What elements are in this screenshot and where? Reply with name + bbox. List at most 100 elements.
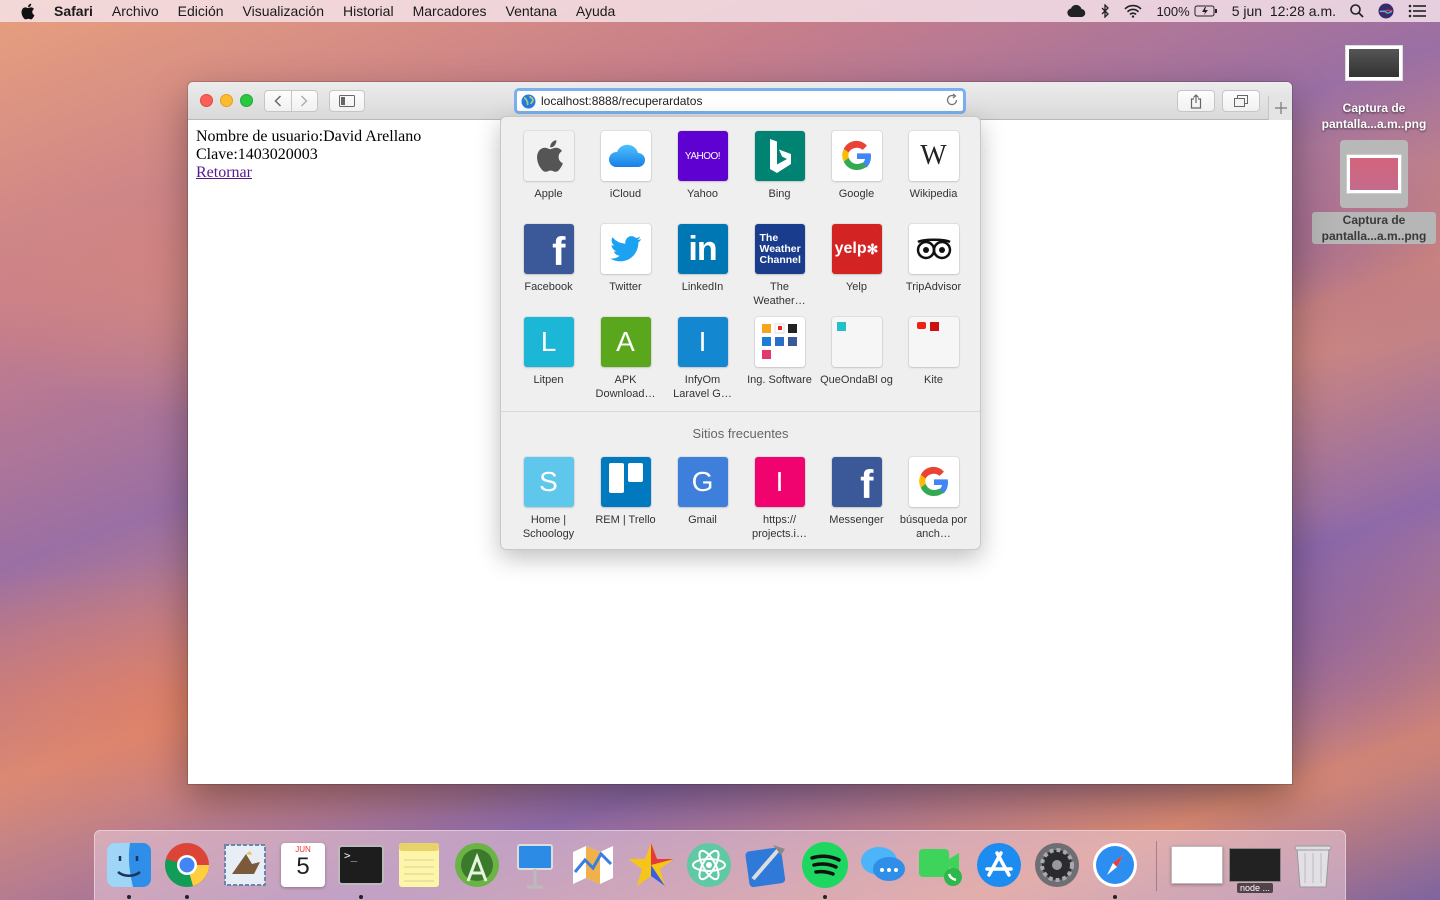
dock-app-store[interactable] (973, 839, 1025, 891)
battery-icon[interactable] (1194, 5, 1218, 17)
zoom-window-button[interactable] (240, 94, 253, 107)
dock-trash[interactable] (1287, 839, 1339, 891)
yelp-icon: yelp ✻ (831, 224, 882, 274)
dock-chrome[interactable] (161, 839, 213, 899)
bluetooth-icon[interactable] (1100, 4, 1110, 18)
dock-finder[interactable] (103, 839, 155, 899)
minimize-window-button[interactable] (220, 94, 233, 107)
messenger-letter: f (860, 463, 874, 507)
favorite-apple[interactable]: Apple (510, 131, 587, 224)
dock-spotify[interactable] (799, 839, 851, 899)
menu-marcadores[interactable]: Marcadores (413, 3, 487, 19)
menu-archivo[interactable]: Archivo (112, 3, 159, 19)
favorite-infyom[interactable]: I InfyOm Laravel G… (664, 317, 741, 410)
favorite-kite[interactable]: Kite (895, 317, 972, 410)
dock-star-app[interactable] (625, 839, 677, 891)
favorite-litpen[interactable]: L Litpen (510, 317, 587, 410)
schoology-letter: S (539, 466, 558, 497)
back-button[interactable] (265, 91, 291, 111)
frequent-site-schoology[interactable]: S Home | Schoology (510, 457, 587, 550)
favorite-icloud[interactable]: iCloud (587, 131, 664, 224)
frequent-site-trello[interactable]: REM | Trello (587, 457, 664, 550)
reload-icon[interactable] (945, 93, 959, 107)
dock-safari[interactable] (1089, 839, 1141, 899)
favorite-yelp[interactable]: yelp ✻ Yelp (818, 224, 895, 317)
messages-bubble-icon (861, 847, 905, 881)
favorite-label: Google (838, 188, 875, 200)
dock-notes[interactable] (393, 839, 445, 891)
running-indicator (127, 895, 131, 899)
frequent-site-messenger[interactable]: f Messenger (818, 457, 895, 550)
creative-cloud-icon[interactable] (1066, 4, 1086, 18)
favorite-facebook[interactable]: f Facebook (510, 224, 587, 317)
safari-toolbar: localhost:8888/recuperardatos (188, 82, 1292, 120)
menu-datetime[interactable]: 5 jun 12:28 a.m. (1232, 3, 1336, 19)
frequent-sites-title: Sitios frecuentes (692, 426, 789, 441)
apk-letter: A (616, 326, 635, 357)
favorite-tripadvisor[interactable]: TripAdvisor (895, 224, 972, 317)
notification-center-icon[interactable] (1408, 4, 1426, 18)
frequent-site-google-search[interactable]: búsqueda por anch… (895, 457, 972, 550)
dock-mail-app[interactable] (219, 839, 271, 891)
frequent-site-label: https:// projects.i… (751, 514, 808, 540)
favorite-weather-channel[interactable]: The Weather Channel The Weather… (741, 224, 818, 317)
return-link[interactable]: Retornar (196, 164, 252, 181)
dock-messages[interactable] (857, 839, 909, 891)
menu-ventana[interactable]: Ventana (506, 3, 557, 19)
favorite-ing-software[interactable]: Ing. Software (741, 317, 818, 410)
app-store-icon (977, 843, 1021, 887)
dock-android-studio[interactable] (451, 839, 503, 891)
menu-historial[interactable]: Historial (343, 3, 394, 19)
favorite-bing[interactable]: Bing (741, 131, 818, 224)
favorite-apk-download[interactable]: A APK Download… (587, 317, 664, 410)
show-tabs-button[interactable] (1222, 90, 1260, 112)
close-window-button[interactable] (200, 94, 213, 107)
battery-percent[interactable]: 100% (1156, 4, 1189, 19)
desktop-file-label: Captura de pantalla...a.m..png (1321, 101, 1427, 131)
favorite-google[interactable]: Google (818, 131, 895, 224)
frequent-site-gmail[interactable]: G Gmail (664, 457, 741, 550)
ing-software-icon (754, 317, 805, 367)
menu-edicion[interactable]: Edición (178, 3, 224, 19)
menu-visualizacion[interactable]: Visualización (243, 3, 324, 19)
address-bar[interactable]: localhost:8888/recuperardatos (514, 88, 966, 114)
trello-icon (600, 457, 651, 507)
share-button[interactable] (1177, 90, 1215, 112)
sidebar-toggle-button[interactable] (329, 90, 365, 112)
facebook-icon: f (523, 224, 574, 274)
file-thumbnail-selected (1340, 140, 1408, 208)
favorite-yahoo[interactable]: YAHOO! Yahoo (664, 131, 741, 224)
forward-button[interactable] (290, 91, 317, 111)
dock-calendar[interactable]: JUN 5 (277, 839, 329, 891)
safari-compass-icon (1093, 843, 1137, 887)
favorite-queondablog[interactable]: QueOndaBl og (818, 317, 895, 410)
frequent-site-projects[interactable]: I https:// projects.i… (741, 457, 818, 550)
desktop-file-screenshot-1[interactable]: Captura de pantalla...a.m..png (1312, 45, 1436, 132)
dock-minimized-node[interactable]: node ... (1227, 839, 1283, 893)
dock-minimized-window[interactable] (1169, 839, 1225, 891)
desktop-file-screenshot-2[interactable]: Captura de pantalla...a.m..png (1312, 140, 1436, 244)
wifi-icon[interactable] (1124, 4, 1143, 18)
yahoo-logo-text: YAHOO! (684, 150, 721, 162)
menu-app-safari[interactable]: Safari (54, 3, 93, 19)
dock-terminal[interactable]: >_ (335, 839, 387, 899)
dock-maps-app[interactable] (567, 839, 619, 891)
google-icon (831, 131, 882, 181)
chrome-icon (165, 843, 209, 887)
siri-icon[interactable] (1378, 3, 1394, 19)
favorite-linkedin[interactable]: in LinkedIn (664, 224, 741, 317)
file-thumbnail (1345, 45, 1403, 81)
dock-keynote[interactable] (509, 839, 561, 891)
dock-facetime[interactable] (915, 839, 967, 891)
url-text[interactable]: localhost:8888/recuperardatos (541, 94, 702, 108)
spotlight-search-icon[interactable] (1350, 4, 1364, 18)
dock-atom[interactable] (683, 839, 735, 891)
dock-system-preferences[interactable] (1031, 839, 1083, 891)
dock-xcode[interactable] (741, 839, 793, 891)
keynote-icon (517, 844, 553, 889)
favorite-wikipedia[interactable]: W Wikipedia (895, 131, 972, 224)
favorite-twitter[interactable]: Twitter (587, 224, 664, 317)
new-tab-button[interactable] (1268, 96, 1292, 120)
menu-ayuda[interactable]: Ayuda (576, 3, 615, 19)
apple-menu-icon[interactable] (20, 2, 38, 20)
